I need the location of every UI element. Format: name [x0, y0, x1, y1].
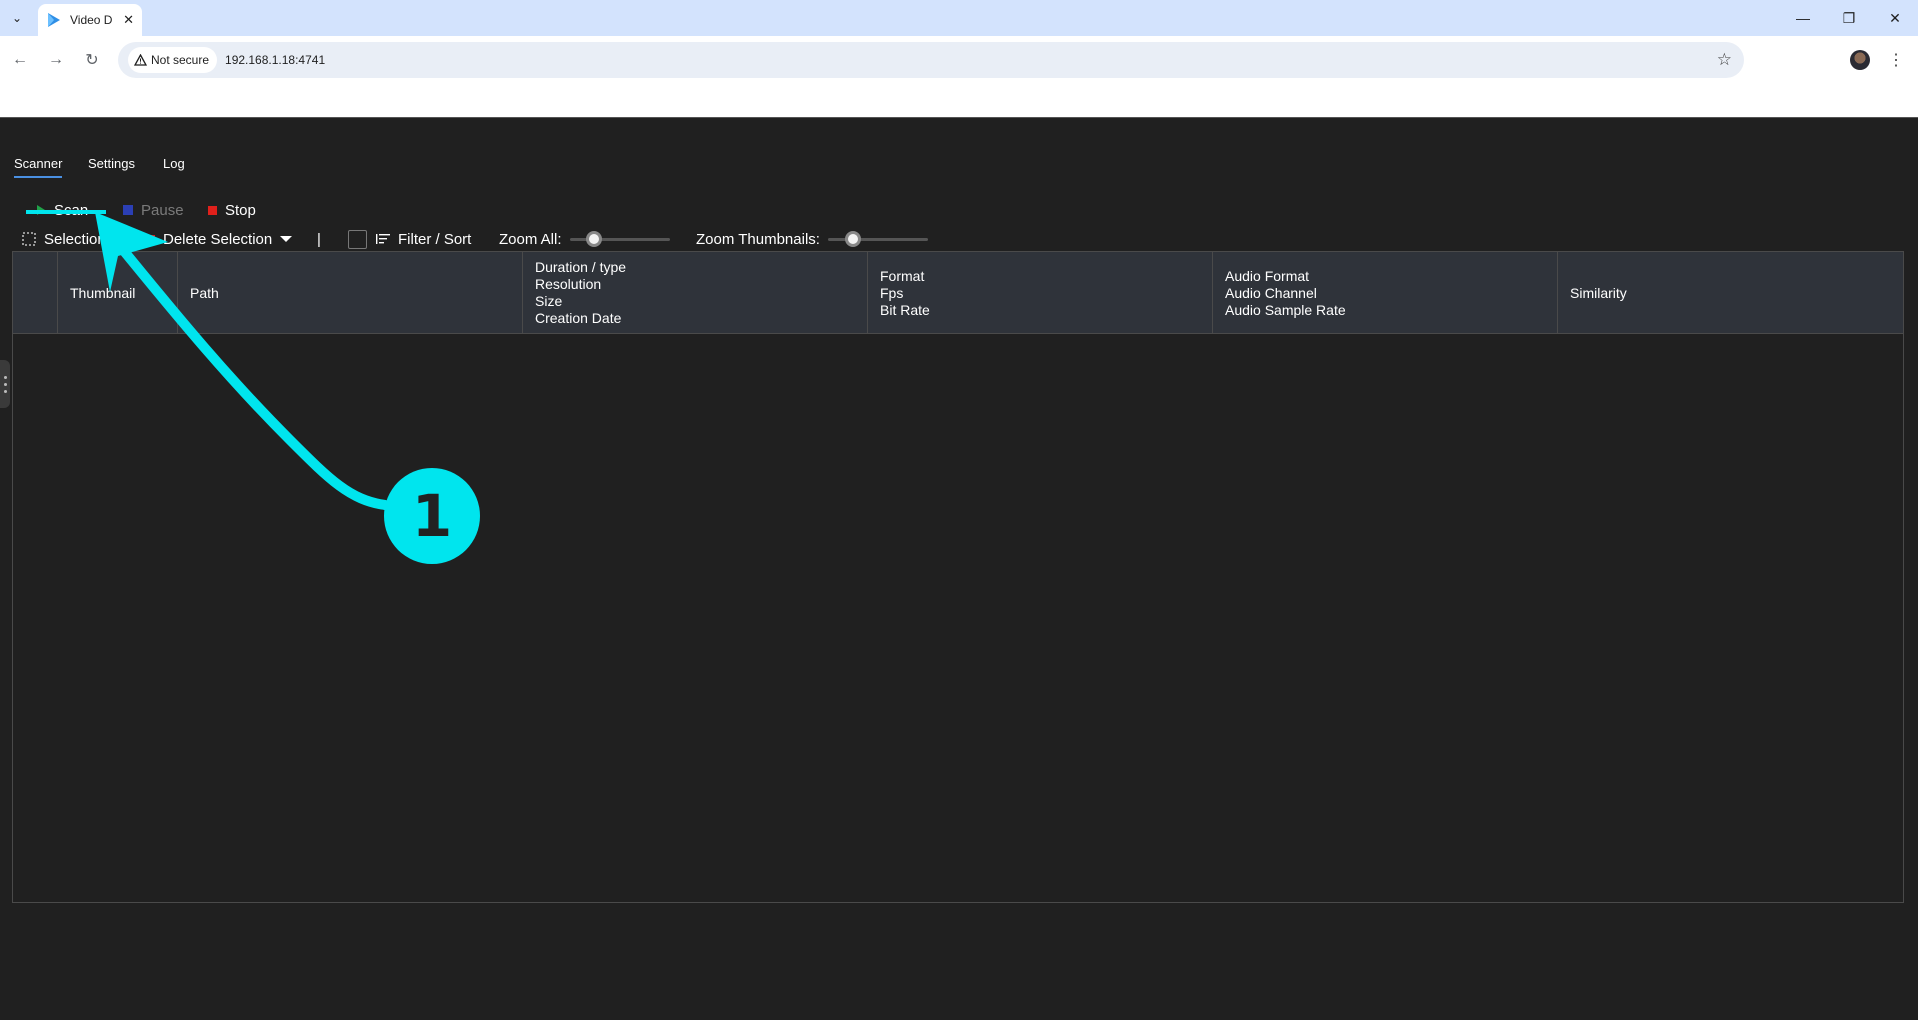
zoom-thumbnails-slider[interactable] — [827, 230, 928, 248]
scan-button[interactable]: Scan — [36, 195, 88, 225]
browser-tab-title: Video D — [70, 13, 113, 27]
page-header-strip — [0, 84, 1918, 118]
stop-button[interactable]: Stop — [208, 195, 256, 225]
col-bit-rate-label: Bit Rate — [880, 301, 930, 318]
play-icon — [37, 205, 45, 215]
pause-label: Pause — [141, 201, 184, 219]
video-app-favicon-icon — [48, 13, 60, 27]
col-path-label: Path — [190, 285, 219, 301]
address-bar[interactable]: Not secure 192.168.1.18:4741 ☆ — [118, 42, 1744, 78]
tab-search-chevron-icon[interactable]: ⌄ — [6, 7, 28, 29]
results-grid: Thumbnail Path Duration / type Resolutio… — [12, 251, 1904, 903]
tab-log[interactable]: Log — [163, 156, 185, 171]
col-audio-format-label: Audio Format — [1225, 267, 1310, 284]
stop-label: Stop — [225, 201, 256, 219]
bookmark-star-icon[interactable]: ☆ — [1717, 50, 1732, 70]
col-format[interactable]: Format Fps Bit Rate — [868, 252, 1213, 334]
col-select[interactable] — [13, 252, 58, 334]
zoom-all-label: Zoom All: — [499, 230, 562, 248]
filter-sort-label: Filter / Sort — [398, 230, 472, 248]
col-thumbnail-label: Thumbnail — [70, 285, 136, 301]
security-label: Not secure — [151, 53, 210, 67]
back-arrow-icon[interactable]: ← — [8, 48, 32, 72]
selection-dashed-box-icon — [22, 232, 36, 246]
selection-label: Selection — [44, 230, 106, 248]
side-panel-handle[interactable] — [0, 360, 10, 408]
restore-icon[interactable]: ❐ — [1826, 0, 1872, 36]
zoom-all-slider-thumb[interactable] — [586, 231, 603, 247]
col-audio[interactable]: Audio Format Audio Channel Audio Sample … — [1213, 252, 1558, 334]
forward-arrow-icon[interactable]: → — [44, 48, 68, 72]
col-duration-label: Duration / type — [535, 259, 627, 275]
delete-selection-dropdown[interactable]: Delete Selection — [146, 224, 293, 254]
col-creation-date-label: Creation Date — [535, 310, 622, 326]
profile-avatar[interactable] — [1850, 50, 1870, 70]
minimize-icon[interactable]: — — [1780, 0, 1826, 36]
browser-tabstrip: ⌄ Video D ✕ — ❐ ✕ — [0, 0, 1918, 36]
col-size-label: Size — [535, 293, 563, 309]
app-root: Scanner Settings Log Scan Pause Stop Sel… — [0, 118, 1918, 1020]
tab-scanner[interactable]: Scanner — [14, 156, 63, 178]
col-similarity-label: Similarity — [1570, 285, 1627, 301]
close-tab-icon[interactable]: ✕ — [123, 12, 134, 28]
url-text: 192.168.1.18:4741 — [225, 53, 326, 67]
pause-button[interactable]: Pause — [123, 195, 184, 225]
col-fps-label: Fps — [880, 284, 904, 301]
zoom-thumbnails-slider-thumb[interactable] — [844, 231, 861, 247]
col-thumbnail[interactable]: Thumbnail — [58, 252, 178, 334]
delete-square-icon — [146, 234, 155, 244]
col-resolution-label: Resolution — [535, 276, 602, 292]
toolbar-separator: | — [317, 230, 321, 248]
stop-icon — [208, 205, 217, 215]
zoom-thumbnails-label: Zoom Thumbnails: — [696, 230, 820, 248]
warning-icon — [134, 54, 147, 66]
col-format-label: Format — [880, 267, 925, 284]
selection-button[interactable]: Selection — [22, 224, 106, 254]
zoom-thumbnails-control: Zoom Thumbnails: — [696, 224, 928, 254]
col-similarity[interactable]: Similarity — [1558, 252, 1903, 334]
close-window-icon[interactable]: ✕ — [1872, 0, 1918, 36]
app-tabs: Scanner Settings Log — [0, 118, 1918, 182]
browser-tab[interactable]: Video D ✕ — [38, 4, 142, 36]
col-path[interactable]: Path — [178, 252, 523, 334]
caret-down-icon — [280, 236, 293, 242]
tab-settings[interactable]: Settings — [88, 156, 135, 171]
zoom-all-slider[interactable] — [569, 230, 670, 248]
pause-icon — [123, 205, 133, 215]
reload-icon[interactable]: ↻ — [80, 48, 104, 72]
scan-label: Scan — [54, 201, 89, 219]
filter-sort-button[interactable]: Filter / Sort — [376, 224, 471, 254]
security-chip[interactable]: Not secure — [128, 47, 218, 73]
browser-menu-icon[interactable]: ⋮ — [1888, 48, 1904, 72]
browser-toolbar: ← → ↻ Not secure 192.168.1.18:4741 ☆ ⋮ — [0, 36, 1918, 84]
col-duration[interactable]: Duration / type Resolution Size Creation… — [523, 252, 868, 334]
zoom-all-control: Zoom All: — [499, 224, 670, 254]
col-audio-channel-label: Audio Channel — [1225, 284, 1317, 301]
select-all-checkbox[interactable] — [348, 229, 367, 249]
filter-sort-icon — [376, 234, 390, 244]
col-audio-sample-rate-label: Audio Sample Rate — [1225, 301, 1346, 318]
grid-header: Thumbnail Path Duration / type Resolutio… — [13, 252, 1903, 334]
select-all-checkbox-wrap — [348, 224, 367, 254]
delete-selection-label: Delete Selection — [163, 230, 273, 248]
